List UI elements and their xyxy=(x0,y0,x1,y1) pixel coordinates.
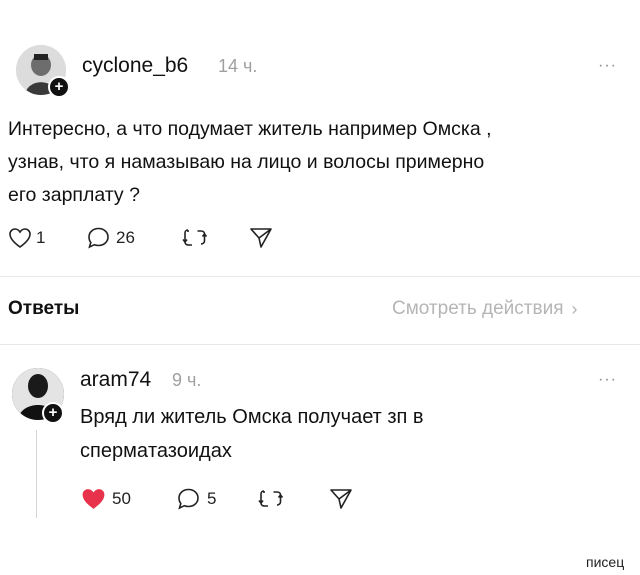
divider xyxy=(0,276,640,277)
heart-icon xyxy=(9,228,31,248)
reply-body: Вряд ли житель Омска получает зп в сперм… xyxy=(80,400,600,468)
reply-text-line: спермaтазоидах xyxy=(80,440,232,462)
more-options-icon[interactable]: ··· xyxy=(598,371,617,389)
post-text-line: его зарплату ? xyxy=(8,184,140,206)
replies-title: Ответы xyxy=(8,298,80,319)
share-button[interactable] xyxy=(328,487,354,516)
post-body: Интересно, а что подумает житель наприме… xyxy=(8,113,634,212)
share-button[interactable] xyxy=(248,226,274,255)
comment-icon xyxy=(178,488,199,510)
comment-count: 26 xyxy=(116,228,135,247)
repost-icon xyxy=(182,229,208,246)
reply-timestamp: 9 ч. xyxy=(172,370,202,390)
comment-count: 5 xyxy=(207,489,217,508)
like-count: 1 xyxy=(36,228,46,247)
watermark: писец xyxy=(586,554,625,570)
comment-button[interactable]: 5 xyxy=(176,486,216,512)
comment-button[interactable]: 26 xyxy=(86,225,135,251)
comment-icon xyxy=(88,227,109,249)
repost-button[interactable] xyxy=(256,487,286,516)
reply-username[interactable]: aram74 xyxy=(80,368,151,392)
chevron-right-icon: › xyxy=(571,298,578,319)
view-activity-link[interactable]: Смотреть действия › xyxy=(392,298,577,320)
like-button[interactable]: 50 xyxy=(80,486,131,512)
post-text-line: узнав, что я намазываю на лицо и волосы … xyxy=(8,151,485,173)
heart-filled-icon xyxy=(82,489,105,509)
reply-text-line: Вряд ли житель Омска получает зп в xyxy=(80,406,424,428)
repost-icon xyxy=(258,490,284,507)
follow-plus-icon[interactable]: + xyxy=(48,76,70,98)
divider xyxy=(0,344,640,345)
more-options-icon[interactable]: ··· xyxy=(598,57,617,75)
follow-plus-icon[interactable]: + xyxy=(42,402,64,424)
post-timestamp: 14 ч. xyxy=(218,56,258,76)
view-activity-label: Смотреть действия xyxy=(392,298,564,319)
like-count: 50 xyxy=(112,489,131,508)
send-icon xyxy=(250,228,272,248)
thread-line xyxy=(36,430,37,518)
post-text-line: Интересно, а что подумает житель наприме… xyxy=(8,118,492,140)
post-username[interactable]: cyclone_b6 xyxy=(82,54,188,78)
repost-button[interactable] xyxy=(180,226,210,255)
send-icon xyxy=(330,489,352,509)
like-button[interactable]: 1 xyxy=(8,225,45,251)
